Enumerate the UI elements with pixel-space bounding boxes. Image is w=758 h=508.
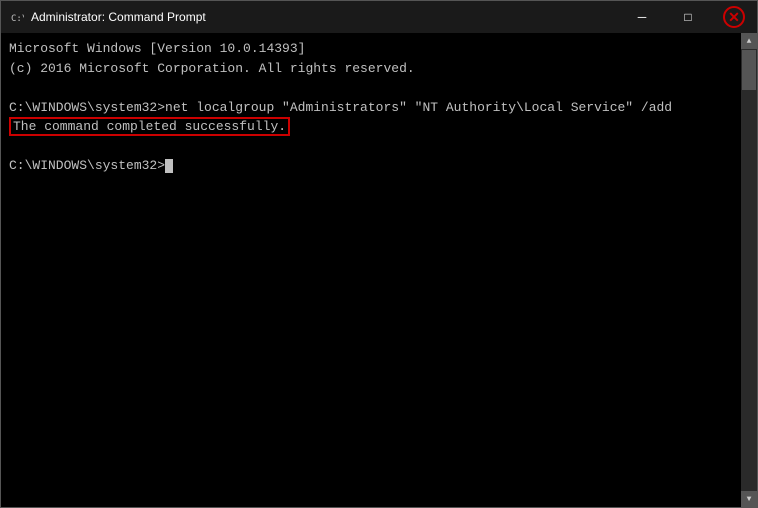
minimize-button[interactable]: ─ — [619, 1, 665, 33]
title-bar-left: C:\ Administrator: Command Prompt — [9, 9, 206, 25]
success-highlight: The command completed successfully. — [9, 117, 290, 136]
scroll-down-arrow[interactable]: ▼ — [741, 491, 757, 507]
title-bar: C:\ Administrator: Command Prompt ─ □ ✕ — [1, 1, 757, 33]
maximize-button[interactable]: □ — [665, 1, 711, 33]
content-area: Microsoft Windows [Version 10.0.14393] (… — [1, 33, 757, 507]
window-title: Administrator: Command Prompt — [31, 10, 206, 24]
terminal-line-2: (c) 2016 Microsoft Corporation. All righ… — [9, 59, 733, 79]
svg-text:C:\: C:\ — [11, 14, 24, 24]
cmd-window: C:\ Administrator: Command Prompt ─ □ ✕ … — [0, 0, 758, 508]
terminal-line-6 — [9, 137, 733, 157]
terminal-line-4: C:\WINDOWS\system32>net localgroup "Admi… — [9, 98, 733, 118]
close-circle: ✕ — [723, 6, 745, 28]
terminal-line-3 — [9, 78, 733, 98]
cmd-icon: C:\ — [9, 9, 25, 25]
terminal-line-1: Microsoft Windows [Version 10.0.14393] — [9, 39, 733, 59]
title-bar-controls: ─ □ ✕ — [619, 1, 757, 33]
cursor-blink — [165, 159, 173, 173]
terminal-line-5: The command completed successfully. — [9, 117, 733, 137]
scrollbar[interactable]: ▲ ▼ — [741, 33, 757, 507]
scrollbar-track[interactable] — [741, 49, 757, 491]
scroll-up-arrow[interactable]: ▲ — [741, 33, 757, 49]
terminal-line-7: C:\WINDOWS\system32> — [9, 156, 733, 176]
terminal-body[interactable]: Microsoft Windows [Version 10.0.14393] (… — [1, 33, 741, 507]
scrollbar-thumb[interactable] — [742, 50, 756, 90]
close-button[interactable]: ✕ — [711, 1, 757, 33]
